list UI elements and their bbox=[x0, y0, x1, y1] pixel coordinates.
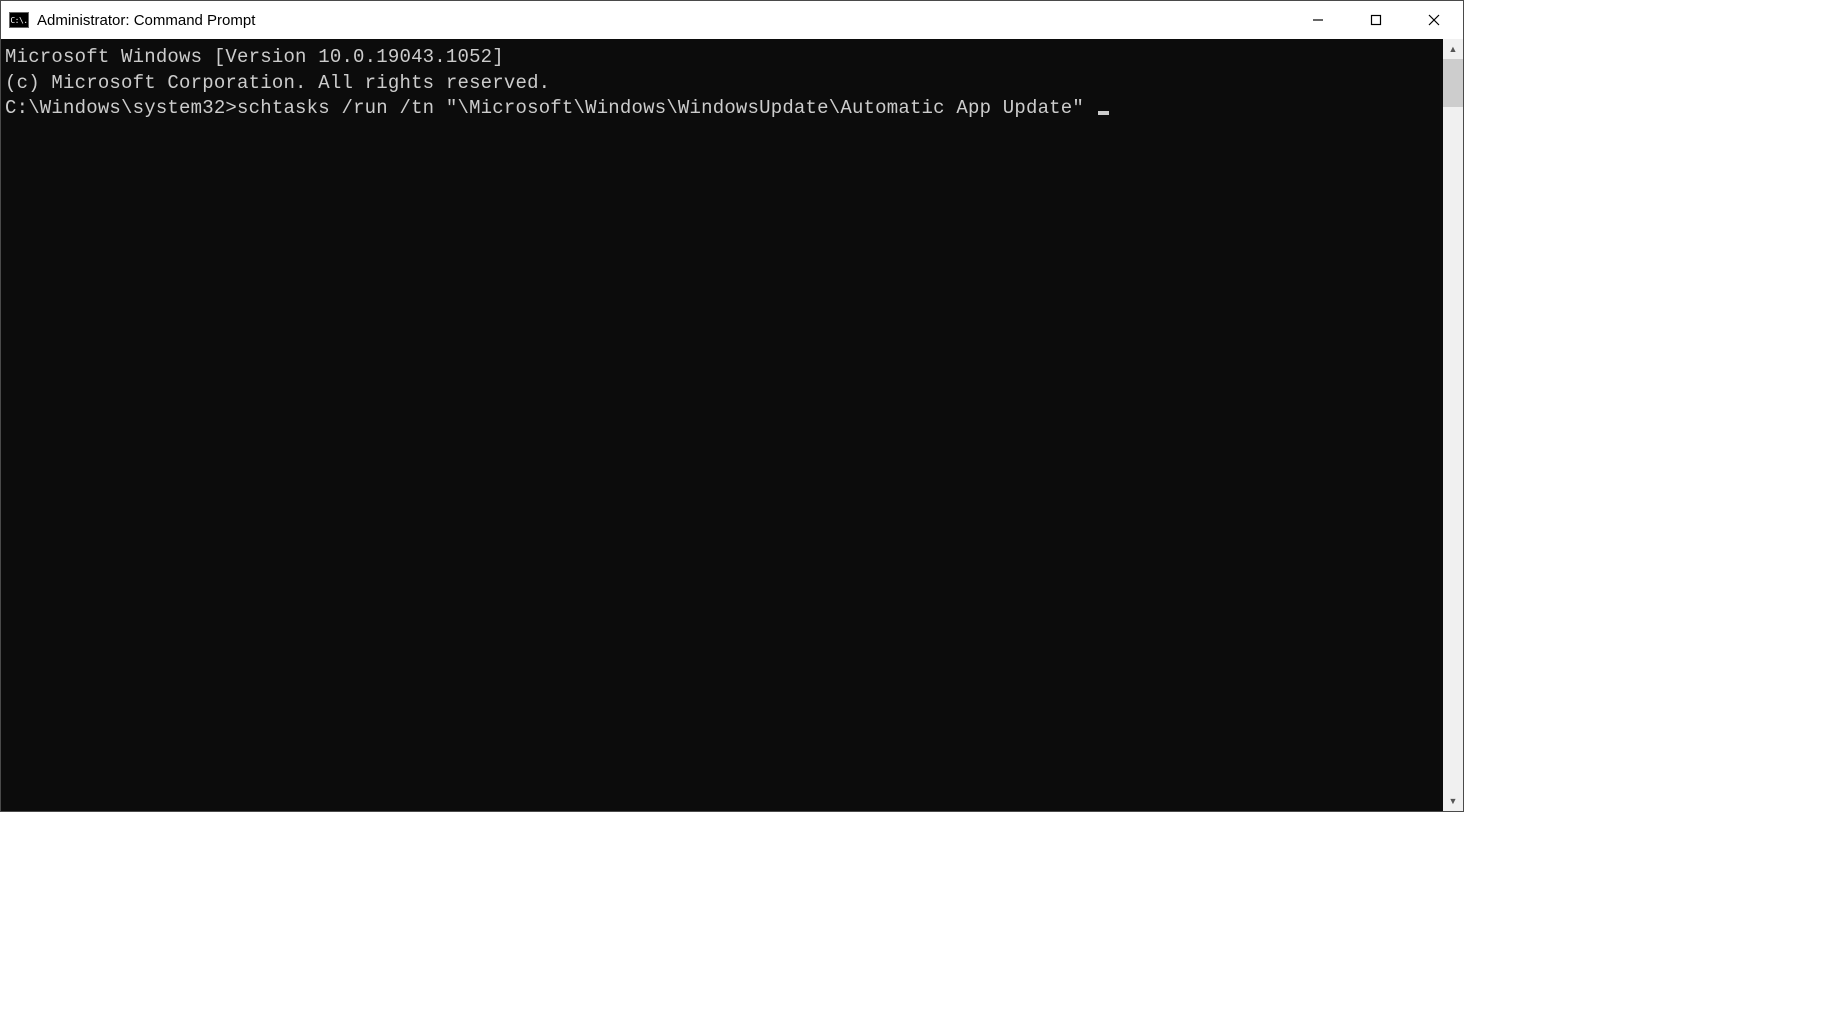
chevron-up-icon: ▲ bbox=[1449, 45, 1458, 54]
minimize-icon bbox=[1312, 14, 1324, 26]
command-prompt-window: C:\. Administrator: Command Prompt Micro… bbox=[0, 0, 1464, 812]
cmd-icon: C:\. bbox=[9, 10, 29, 30]
close-icon bbox=[1428, 14, 1440, 26]
terminal-body-area: Microsoft Windows [Version 10.0.19043.10… bbox=[1, 39, 1463, 811]
terminal-line: Microsoft Windows [Version 10.0.19043.10… bbox=[5, 45, 1443, 71]
maximize-icon bbox=[1370, 14, 1382, 26]
scroll-up-button[interactable]: ▲ bbox=[1443, 39, 1463, 59]
close-button[interactable] bbox=[1405, 1, 1463, 39]
terminal-command: schtasks /run /tn "\Microsoft\Windows\Wi… bbox=[237, 97, 1084, 119]
vertical-scrollbar[interactable]: ▲ ▼ bbox=[1443, 39, 1463, 811]
titlebar[interactable]: C:\. Administrator: Command Prompt bbox=[1, 1, 1463, 39]
terminal-prompt-line: C:\Windows\system32>schtasks /run /tn "\… bbox=[5, 96, 1443, 122]
cursor bbox=[1098, 111, 1109, 115]
terminal-output[interactable]: Microsoft Windows [Version 10.0.19043.10… bbox=[1, 39, 1443, 811]
scroll-thumb[interactable] bbox=[1443, 59, 1463, 107]
cmd-icon-label: C:\. bbox=[10, 16, 27, 25]
terminal-line: (c) Microsoft Corporation. All rights re… bbox=[5, 71, 1443, 97]
window-title: Administrator: Command Prompt bbox=[37, 12, 255, 29]
minimize-button[interactable] bbox=[1289, 1, 1347, 39]
chevron-down-icon: ▼ bbox=[1449, 797, 1458, 806]
scroll-track[interactable] bbox=[1443, 59, 1463, 791]
scroll-down-button[interactable]: ▼ bbox=[1443, 791, 1463, 811]
terminal-prompt: C:\Windows\system32> bbox=[5, 97, 237, 119]
maximize-button[interactable] bbox=[1347, 1, 1405, 39]
window-controls bbox=[1289, 1, 1463, 39]
